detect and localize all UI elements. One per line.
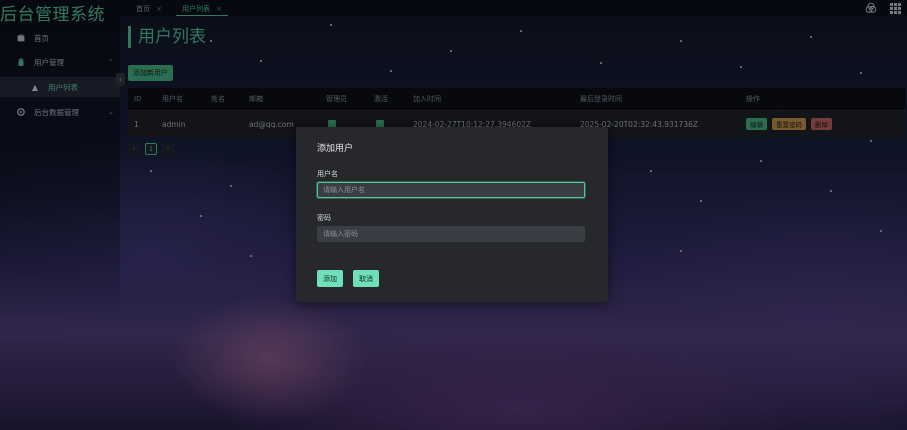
dialog-title: 添加用户 [317, 144, 354, 154]
password-input[interactable] [317, 226, 585, 242]
username-input[interactable] [317, 182, 585, 198]
add-confirm-button[interactable]: 添加 [317, 270, 343, 287]
password-label: 密码 [317, 214, 331, 222]
add-user-dialog: 添加用户 用户名 密码 添加 取消 [296, 127, 608, 302]
cancel-button[interactable]: 取消 [353, 270, 379, 287]
username-label: 用户名 [317, 170, 338, 178]
